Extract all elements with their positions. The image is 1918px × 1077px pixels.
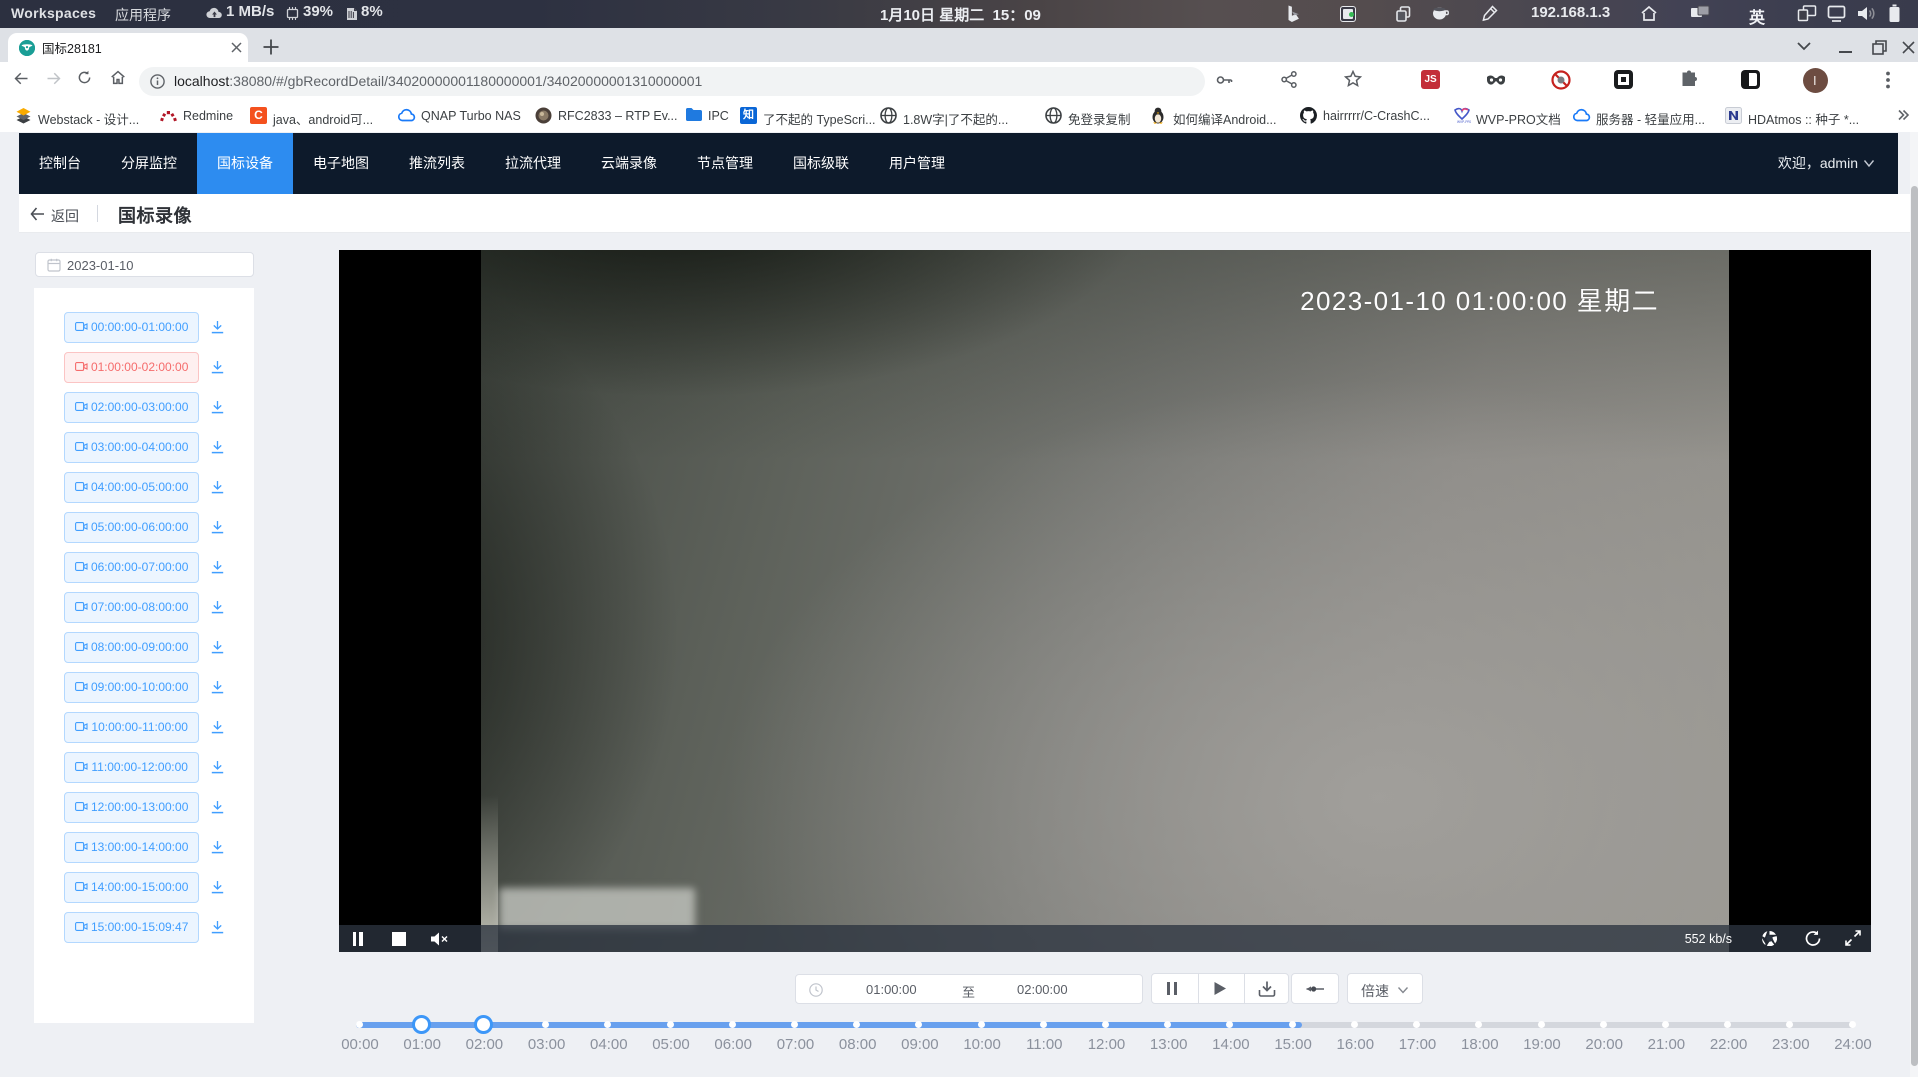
svg-text:WVP-PRO: WVP-PRO	[1457, 120, 1471, 124]
